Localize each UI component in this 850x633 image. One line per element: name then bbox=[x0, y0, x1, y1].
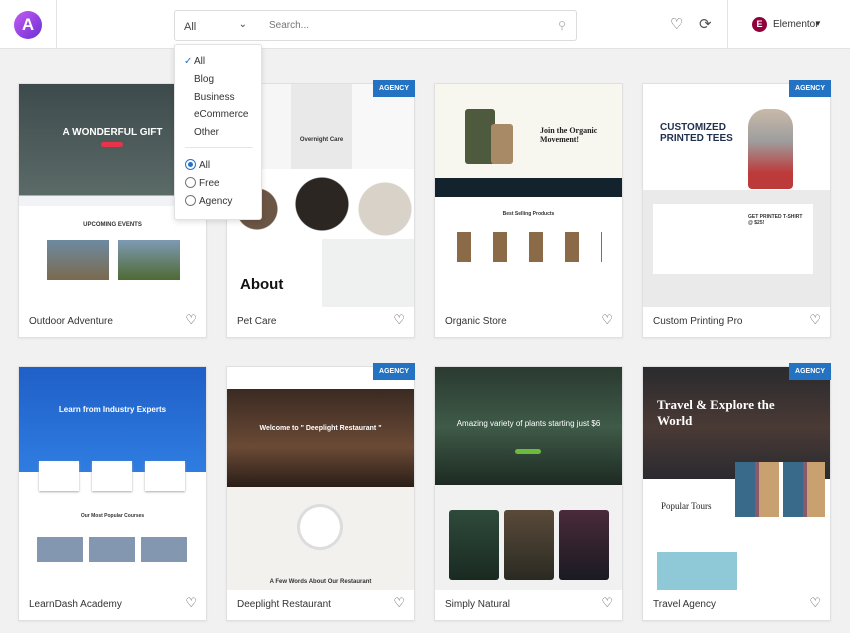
heart-icon[interactable]: ♡ bbox=[809, 595, 821, 611]
search-icon[interactable]: ⚲ bbox=[558, 19, 566, 32]
template-card[interactable]: AGENCY Welcome to " Deeplight Restaurant… bbox=[226, 363, 415, 621]
top-bar: A All ⌄ ⚲ ♡ ⟳ E Elementor ▼ bbox=[0, 0, 850, 49]
thumb-image bbox=[300, 507, 340, 547]
type-radio-all[interactable] bbox=[185, 159, 196, 170]
heart-icon[interactable]: ♡ bbox=[185, 312, 197, 328]
thumb-subheading: GET PRINTED T-SHIRT @ $25! bbox=[748, 214, 803, 226]
thumb-button bbox=[101, 142, 123, 147]
template-thumbnail[interactable]: CUSTOMIZED PRINTED TEES GET PRINTED T-SH… bbox=[643, 84, 830, 307]
agency-badge: AGENCY bbox=[789, 363, 831, 380]
thumb-subheading: UPCOMING EVENTS bbox=[83, 222, 142, 228]
heart-icon[interactable]: ♡ bbox=[601, 312, 613, 328]
template-title[interactable]: Simply Natural bbox=[445, 599, 510, 610]
template-title[interactable]: Custom Printing Pro bbox=[653, 316, 742, 327]
builder-label: Elementor bbox=[773, 19, 819, 30]
thumb-image bbox=[657, 552, 737, 590]
thumb-headline: CUSTOMIZED PRINTED TEES bbox=[660, 122, 733, 144]
template-title[interactable]: LearnDash Academy bbox=[29, 599, 122, 610]
elementor-icon: E bbox=[752, 17, 767, 32]
template-title[interactable]: Pet Care bbox=[237, 316, 276, 327]
thumb-headline: Travel & Explore the World bbox=[657, 397, 775, 428]
template-thumbnail[interactable]: Amazing variety of plants starting just … bbox=[435, 367, 622, 590]
template-title[interactable]: Organic Store bbox=[445, 316, 507, 327]
thumb-image bbox=[449, 510, 499, 580]
category-option-other[interactable]: Other bbox=[194, 127, 219, 138]
search-input[interactable] bbox=[256, 11, 536, 40]
category-option-all[interactable]: All bbox=[194, 56, 205, 67]
template-card[interactable]: Learn from Industry Experts Our Most Pop… bbox=[18, 366, 207, 621]
thumb-image bbox=[37, 537, 187, 562]
template-thumbnail[interactable]: Learn from Industry Experts Our Most Pop… bbox=[19, 367, 206, 590]
thumb-subheading: Popular Tours bbox=[661, 501, 712, 511]
category-filter-select[interactable]: All ⌄ bbox=[174, 10, 257, 41]
category-option-blog[interactable]: Blog bbox=[194, 74, 214, 85]
template-thumbnail[interactable]: Welcome to " Deeplight Restaurant " A Fe… bbox=[227, 367, 414, 590]
search-box: ⚲ bbox=[256, 10, 577, 41]
template-title[interactable]: Travel Agency bbox=[653, 599, 716, 610]
thumb-image bbox=[47, 240, 109, 280]
template-thumbnail[interactable]: Join the Organic Movement! Best Selling … bbox=[435, 84, 622, 307]
thumb-button bbox=[515, 449, 541, 454]
thumb-image bbox=[118, 240, 180, 280]
app-logo[interactable]: A bbox=[14, 11, 42, 39]
thumb-image bbox=[559, 510, 609, 580]
divider bbox=[56, 0, 57, 48]
thumb-image bbox=[457, 232, 602, 262]
heart-icon[interactable]: ♡ bbox=[809, 312, 821, 328]
check-icon: ✓ bbox=[184, 56, 193, 67]
type-radio-agency[interactable] bbox=[185, 195, 196, 206]
thumb-image bbox=[504, 510, 554, 580]
heart-icon[interactable]: ♡ bbox=[601, 595, 613, 611]
template-card[interactable]: AGENCY Travel & Explore the World Popula… bbox=[642, 363, 831, 621]
agency-badge: AGENCY bbox=[789, 80, 831, 97]
heart-icon[interactable]: ♡ bbox=[393, 595, 405, 611]
thumb-image bbox=[735, 462, 825, 517]
divider bbox=[727, 0, 728, 48]
thumb-subheading: Overnight Care bbox=[299, 137, 344, 143]
category-option-ecommerce[interactable]: eCommerce bbox=[194, 109, 248, 120]
thumb-subheading: Best Selling Products bbox=[502, 211, 555, 217]
template-title[interactable]: Outdoor Adventure bbox=[29, 316, 113, 327]
type-label-free[interactable]: Free bbox=[199, 178, 220, 189]
divider bbox=[185, 147, 253, 148]
filter-value: All bbox=[184, 21, 197, 33]
template-card[interactable]: Join the Organic Movement! Best Selling … bbox=[434, 83, 623, 338]
type-radio-free[interactable] bbox=[185, 177, 196, 188]
caret-down-icon: ▼ bbox=[814, 19, 822, 28]
type-label-all[interactable]: All bbox=[199, 160, 210, 171]
category-option-business[interactable]: Business bbox=[194, 92, 235, 103]
template-thumbnail[interactable]: Travel & Explore the World Popular Tours bbox=[643, 367, 830, 590]
template-card[interactable]: AGENCY CUSTOMIZED PRINTED TEES GET PRINT… bbox=[642, 80, 831, 338]
thumb-headline: Join the Organic Movement! bbox=[540, 126, 598, 144]
template-card[interactable]: Amazing variety of plants starting just … bbox=[434, 366, 623, 621]
thumb-headline: Welcome to " Deeplight Restaurant " bbox=[259, 425, 382, 432]
filter-dropdown: ✓ All Blog Business eCommerce Other All … bbox=[174, 44, 262, 220]
agency-badge: AGENCY bbox=[373, 80, 415, 97]
refresh-icon[interactable]: ⟳ bbox=[699, 15, 712, 33]
chevron-down-icon: ⌄ bbox=[238, 19, 247, 30]
heart-icon[interactable]: ♡ bbox=[670, 15, 683, 33]
thumb-headline: Learn from Industry Experts bbox=[58, 405, 167, 414]
thumb-subheading: Our Most Popular Courses bbox=[80, 513, 145, 519]
thumb-subheading: A Few Words About Our Restaurant bbox=[269, 579, 372, 585]
heart-icon[interactable]: ♡ bbox=[393, 312, 405, 328]
type-label-agency[interactable]: Agency bbox=[199, 196, 232, 207]
heart-icon[interactable]: ♡ bbox=[185, 595, 197, 611]
thumb-image bbox=[748, 109, 793, 189]
template-title[interactable]: Deeplight Restaurant bbox=[237, 599, 331, 610]
thumb-headline: About bbox=[240, 276, 284, 293]
agency-badge: AGENCY bbox=[373, 363, 415, 380]
thumb-headline: Amazing variety of plants starting just … bbox=[456, 419, 601, 428]
